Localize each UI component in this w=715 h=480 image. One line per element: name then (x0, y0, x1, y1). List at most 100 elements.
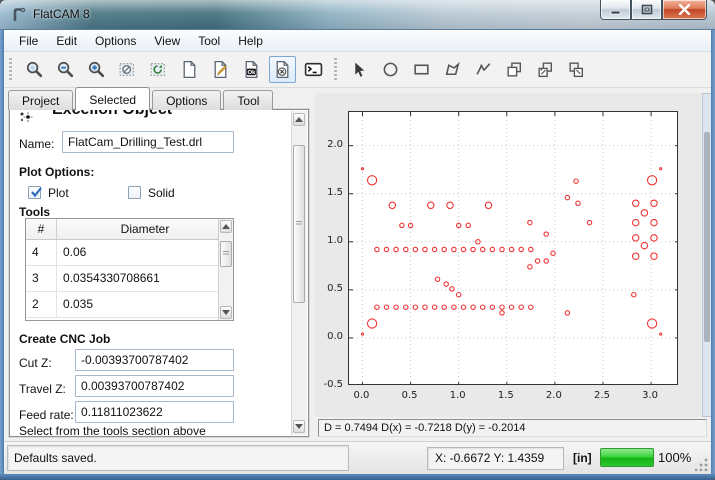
plot-checkbox-label[interactable]: Plot (48, 186, 69, 200)
maximize-icon (641, 4, 653, 15)
copy-geometry-button[interactable] (501, 56, 528, 83)
menu-help[interactable]: Help (229, 31, 272, 51)
tool-number-cell[interactable]: 2 (26, 292, 57, 317)
tool-diameter-cell[interactable]: 0.06 (57, 240, 218, 265)
copy-paste-button[interactable] (563, 56, 590, 83)
drill-hole-marker (452, 305, 456, 309)
tool-row[interactable]: 30.0354330708661 (26, 266, 218, 292)
window-border-left (0, 30, 4, 474)
draw-circle-button[interactable] (377, 56, 404, 83)
canvas-scroll-thumb[interactable] (704, 132, 710, 342)
plot-options-label: Plot Options: (19, 165, 94, 179)
replot-button[interactable] (145, 56, 172, 83)
select-arrow-button[interactable] (346, 56, 373, 83)
drill-hole-marker (519, 305, 523, 309)
drill-hole-marker (490, 305, 494, 309)
tools-table-header[interactable]: # Diameter (26, 219, 233, 240)
copy-geometry-icon (505, 60, 524, 79)
travelz-input[interactable] (75, 375, 234, 397)
zoom-fit-button[interactable] (21, 56, 48, 83)
solid-checkbox[interactable] (128, 186, 141, 199)
drill-hole-marker (576, 201, 580, 205)
distance-readout: D = 0.7494 D(x) = -0.7218 D(y) = -0.2014 (318, 419, 707, 437)
draw-rectangle-button[interactable] (408, 56, 435, 83)
zoom-out-button[interactable] (52, 56, 79, 83)
menu-options[interactable]: Options (86, 31, 145, 51)
drill-hole-marker (633, 200, 639, 206)
ok-file-button[interactable]: Ok (238, 56, 265, 83)
tab-bar: ProjectSelectedOptionsTool (8, 87, 275, 110)
drill-hole-marker (651, 253, 657, 259)
menu-tool[interactable]: Tool (189, 31, 229, 51)
table-scroll-thumb[interactable] (220, 241, 232, 267)
table-scroll-up-icon[interactable] (220, 220, 232, 233)
panel-scroll-up-icon[interactable] (293, 113, 305, 126)
solid-checkbox-label[interactable]: Solid (148, 186, 175, 200)
name-input[interactable] (62, 131, 234, 153)
tab-selected[interactable]: Selected (75, 87, 150, 110)
panel-scroll-thumb[interactable] (293, 145, 305, 303)
y-tick-label: 0.0 (317, 331, 343, 342)
tool-number-cell[interactable]: 4 (26, 240, 57, 265)
title-bar[interactable]: FlatCAM 8 (0, 0, 715, 30)
replot-icon (149, 60, 168, 79)
tool-diameter-cell[interactable]: 0.035 (57, 292, 218, 317)
drill-hole-marker (447, 202, 453, 208)
toolbar-handle[interactable] (334, 58, 337, 82)
zoom-in-button[interactable] (83, 56, 110, 83)
tab-tool[interactable]: Tool (223, 90, 273, 110)
drill-hole-marker (461, 247, 465, 251)
draw-polygon-button[interactable] (439, 56, 466, 83)
menu-view[interactable]: View (145, 31, 189, 51)
tool-number-cell[interactable]: 3 (26, 266, 57, 291)
panel-scroll-down-icon[interactable] (293, 420, 305, 433)
y-tick-label: 0.5 (317, 283, 343, 294)
drill-hole-marker (384, 247, 388, 251)
minimize-button[interactable] (600, 0, 631, 20)
zoom-fit-icon (25, 60, 44, 79)
new-file-button[interactable] (176, 56, 203, 83)
resize-grip-icon[interactable] (695, 458, 708, 471)
app-icon (11, 7, 27, 23)
close-button[interactable] (662, 0, 707, 20)
drill-hole-marker (428, 202, 434, 208)
shell-button[interactable] (300, 56, 327, 83)
tool-row[interactable]: 40.06 (26, 240, 218, 266)
tool-diameter-cell[interactable]: 0.0354330708661 (57, 266, 218, 291)
col-number[interactable]: # (26, 219, 57, 239)
menu-edit[interactable]: Edit (47, 31, 86, 51)
tool-row[interactable]: 20.035 (26, 292, 218, 318)
maximize-button[interactable] (631, 0, 662, 20)
drill-hole-marker (481, 247, 485, 251)
drill-hole-marker (651, 200, 657, 206)
feedrate-input[interactable] (75, 401, 234, 423)
drill-hole-marker (528, 220, 532, 224)
table-scrollbar[interactable] (218, 219, 233, 320)
menu-bar: FileEditOptionsViewToolHelp (4, 30, 711, 52)
tab-options[interactable]: Options (152, 90, 221, 110)
window-border-right (711, 30, 715, 474)
menu-file[interactable]: File (10, 31, 47, 51)
table-scroll-down-icon[interactable] (220, 306, 232, 319)
copy-move-button[interactable] (532, 56, 559, 83)
plot-checkbox[interactable] (28, 186, 41, 199)
feedrate-label: Feed rate: (19, 408, 74, 422)
plot-axes[interactable] (348, 111, 678, 385)
clear-plot-button[interactable] (114, 56, 141, 83)
toolbar-handle[interactable] (9, 58, 12, 82)
copy-move-icon (536, 60, 555, 79)
panel-scrollbar[interactable] (291, 111, 307, 435)
drill-hole-marker (551, 251, 555, 255)
tab-project[interactable]: Project (8, 90, 73, 110)
draw-polyline-button[interactable] (470, 56, 497, 83)
progress-percent: 100% (658, 450, 691, 465)
plot-canvas[interactable]: 0.00.51.01.52.02.53.0-0.50.00.51.01.52.0 (315, 93, 701, 417)
y-tick-label: 1.5 (317, 187, 343, 198)
col-diameter[interactable]: Diameter (57, 219, 233, 239)
drill-hole-marker (471, 305, 475, 309)
drill-hole-marker (413, 247, 417, 251)
delete-object-button[interactable] (269, 56, 296, 83)
edit-file-button[interactable] (207, 56, 234, 83)
cutz-input[interactable] (75, 349, 234, 371)
drill-hole-marker (529, 305, 533, 309)
